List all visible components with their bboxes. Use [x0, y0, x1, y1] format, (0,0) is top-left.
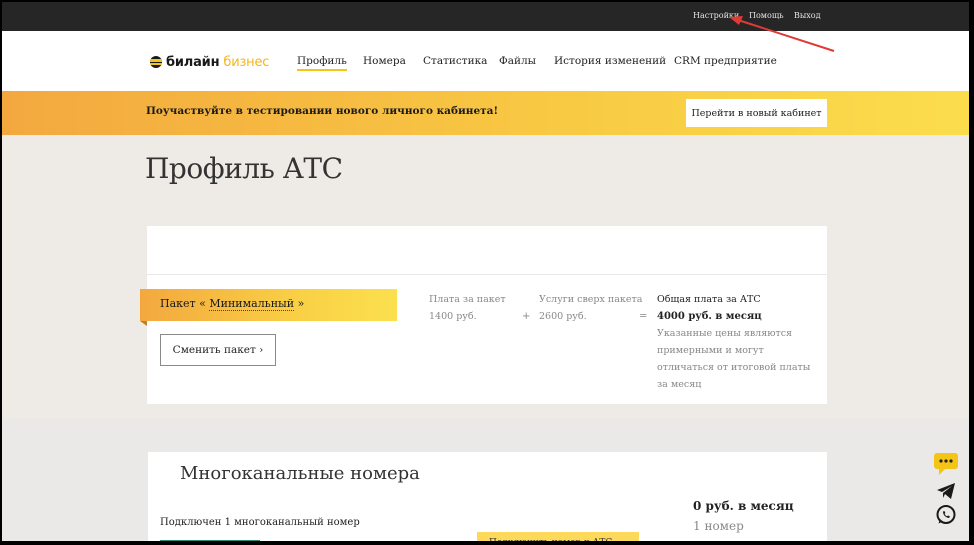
- nav-change-history[interactable]: История изменений: [554, 55, 666, 67]
- total-fee-value: 4000 руб. в месяц: [657, 311, 762, 322]
- total-fee: Общая плата за АТС 4000 руб. в месяц Ука…: [657, 291, 817, 393]
- multichannel-price: 0 руб. в месяц: [693, 499, 794, 513]
- page-title: Профиль АТС: [145, 152, 343, 185]
- nav-files[interactable]: Файлы: [499, 55, 536, 67]
- price-disclaimer: Указанные цены являются примерными и мог…: [657, 328, 811, 390]
- help-link[interactable]: Помощь: [749, 11, 784, 20]
- settings-link[interactable]: Настройки: [693, 11, 739, 20]
- multichannel-title: Многоканальные номера: [180, 463, 420, 484]
- nav-statistics[interactable]: Статистика: [423, 55, 487, 67]
- beeline-logo-icon: [150, 56, 162, 68]
- logo-text-business: бизнес: [223, 54, 270, 70]
- beeline-business-logo[interactable]: билайн бизнес: [150, 53, 269, 71]
- extra-services-value: 2600 руб.: [539, 311, 587, 322]
- nav-numbers[interactable]: Номера: [363, 55, 406, 67]
- go-to-new-cabinet-button[interactable]: Перейти в новый кабинет: [686, 99, 827, 127]
- package-suffix: »: [297, 297, 305, 310]
- package-name-link[interactable]: Минимальный: [209, 297, 295, 311]
- main-header: билайн бизнес Профиль Номера Статистика …: [2, 31, 969, 91]
- multichannel-connected-text: Подключен 1 многоканальный номер: [160, 517, 360, 528]
- card-divider: [147, 274, 827, 275]
- nav-crm[interactable]: CRM предприятие: [674, 55, 777, 67]
- extra-services-label: Услуги сверх пакета: [539, 294, 643, 305]
- package-fee-label: Плата за пакет: [429, 294, 506, 305]
- promo-banner: Поучаствуйте в тестировании нового лично…: [2, 91, 969, 135]
- package-label: Пакет « Минимальный »: [160, 297, 305, 311]
- package-prefix: Пакет «: [160, 297, 206, 310]
- connect-number-button[interactable]: Подключить номер к АТС: [477, 532, 639, 541]
- telegram-icon[interactable]: [932, 479, 960, 503]
- logo-text-beeline: билайн: [166, 54, 220, 70]
- multichannel-number-bar: [160, 540, 260, 541]
- nav-profile[interactable]: Профиль: [297, 55, 347, 71]
- multichannel-count: 1 номер: [693, 519, 744, 533]
- package-fee-value: 1400 руб.: [429, 311, 477, 322]
- browser-viewport: Настройки Помощь Выход билайн бизнес Про…: [2, 2, 969, 541]
- promo-text: Поучаствуйте в тестировании нового лично…: [146, 105, 499, 117]
- extra-services-fee: Услуги сверх пакета 2600 руб.: [539, 291, 642, 325]
- logout-link[interactable]: Выход: [794, 11, 821, 20]
- package-fee: Плата за пакет 1400 руб.: [429, 291, 506, 325]
- chat-icon[interactable]: [932, 452, 960, 476]
- whatsapp-icon[interactable]: [932, 503, 960, 527]
- package-ribbon: Пакет « Минимальный »: [140, 289, 397, 326]
- top-utility-bar: Настройки Помощь Выход: [2, 2, 969, 31]
- equals-sign: =: [639, 311, 648, 322]
- plus-sign: +: [522, 311, 531, 322]
- change-package-button[interactable]: Сменить пакет ›: [160, 334, 276, 366]
- total-fee-label: Общая плата за АТС: [657, 294, 761, 305]
